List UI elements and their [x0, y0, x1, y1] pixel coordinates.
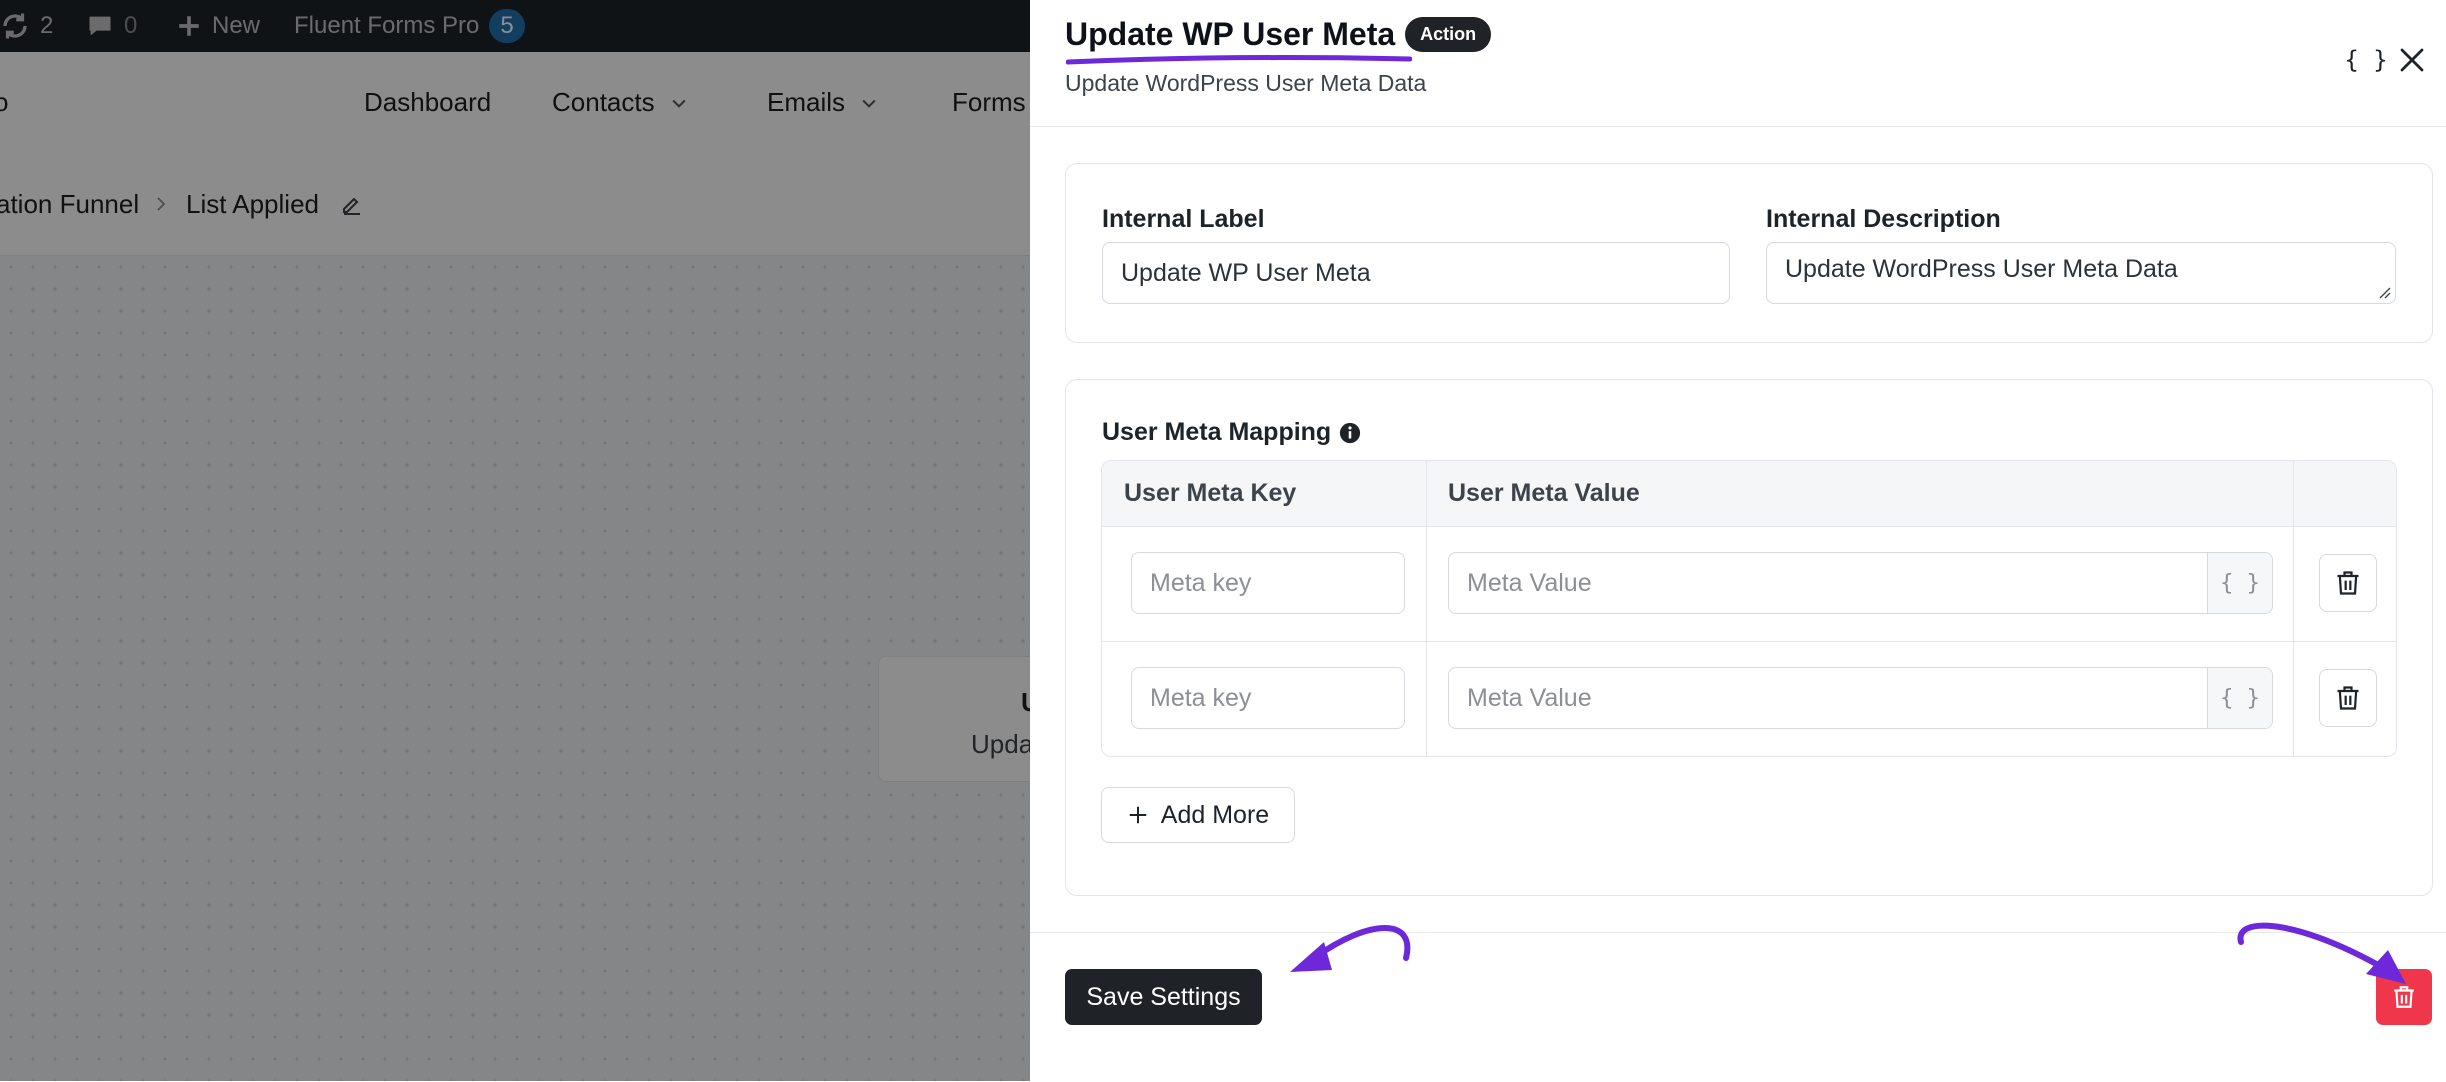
meta-value-smartcode-button[interactable]: { } — [2207, 553, 2272, 613]
internal-label-input[interactable]: Update WP User Meta — [1102, 242, 1730, 304]
plus-icon — [1129, 806, 1147, 824]
delete-row-button[interactable] — [2319, 554, 2377, 612]
save-settings-button[interactable]: Save Settings — [1065, 969, 1262, 1025]
meta-value-placeholder: Meta Value — [1467, 683, 1592, 712]
meta-value-input[interactable]: Meta Value { } — [1448, 552, 2273, 614]
drawer-title: Update WP User Meta — [1065, 16, 1396, 52]
title-underline-annotation — [1066, 55, 1412, 65]
modal-overlay[interactable] — [0, 0, 1030, 1081]
column-divider — [2293, 461, 2294, 756]
arrow-annotation-save — [1290, 925, 1411, 972]
drawer-subtitle: Update WordPress User Meta Data — [1065, 70, 1427, 96]
add-more-label: Add More — [1160, 800, 1270, 829]
resize-handle-icon[interactable] — [2377, 285, 2391, 299]
delete-row-button[interactable] — [2319, 669, 2377, 727]
trash-icon — [2337, 571, 2359, 595]
user-meta-mapping-card: User Meta Mapping User Meta Key User Met… — [1065, 379, 2433, 896]
mapping-heading-row: User Meta Mapping — [1102, 418, 1361, 447]
action-badge: Action — [1405, 17, 1492, 52]
meta-value-input[interactable]: Meta Value { } — [1448, 667, 2273, 729]
column-divider — [1426, 461, 1427, 756]
trash-icon — [2337, 686, 2359, 710]
internal-label-heading: Internal Label — [1102, 205, 1265, 233]
meta-mapping-table: User Meta Key User Meta Value Meta key M… — [1101, 460, 2397, 757]
column-header-key: User Meta Key — [1124, 479, 1297, 507]
column-header-value: User Meta Value — [1448, 479, 1640, 507]
meta-value-smartcode-button[interactable]: { } — [2207, 668, 2272, 728]
info-icon[interactable] — [1339, 422, 1361, 444]
general-settings-card: Internal Label Update WP User Meta Inter… — [1065, 163, 2433, 343]
arrow-annotation-delete — [2237, 922, 2406, 984]
internal-description-heading: Internal Description — [1766, 205, 2001, 233]
close-button[interactable] — [2390, 38, 2434, 82]
row-divider — [1102, 641, 2396, 642]
internal-description-textarea[interactable]: Update WordPress User Meta Data — [1766, 242, 2396, 304]
meta-value-placeholder: Meta Value — [1467, 568, 1592, 597]
smartcode-button[interactable]: { } — [2344, 38, 2388, 82]
drawer-header: Update WP User Meta Action Update WordPr… — [1030, 0, 2446, 127]
table-header: User Meta Key User Meta Value — [1102, 461, 2396, 527]
drawer-title-row: Update WP User Meta Action — [1065, 16, 1492, 53]
meta-key-input[interactable]: Meta key — [1131, 552, 1405, 614]
add-more-button[interactable]: Add More — [1101, 787, 1295, 843]
settings-drawer: Update WP User Meta Action Update WordPr… — [1030, 0, 2446, 1081]
close-icon — [2400, 48, 2424, 72]
meta-key-input[interactable]: Meta key — [1131, 667, 1405, 729]
mapping-heading: User Meta Mapping — [1102, 418, 1332, 446]
internal-description-value: Update WordPress User Meta Data — [1785, 255, 2178, 283]
